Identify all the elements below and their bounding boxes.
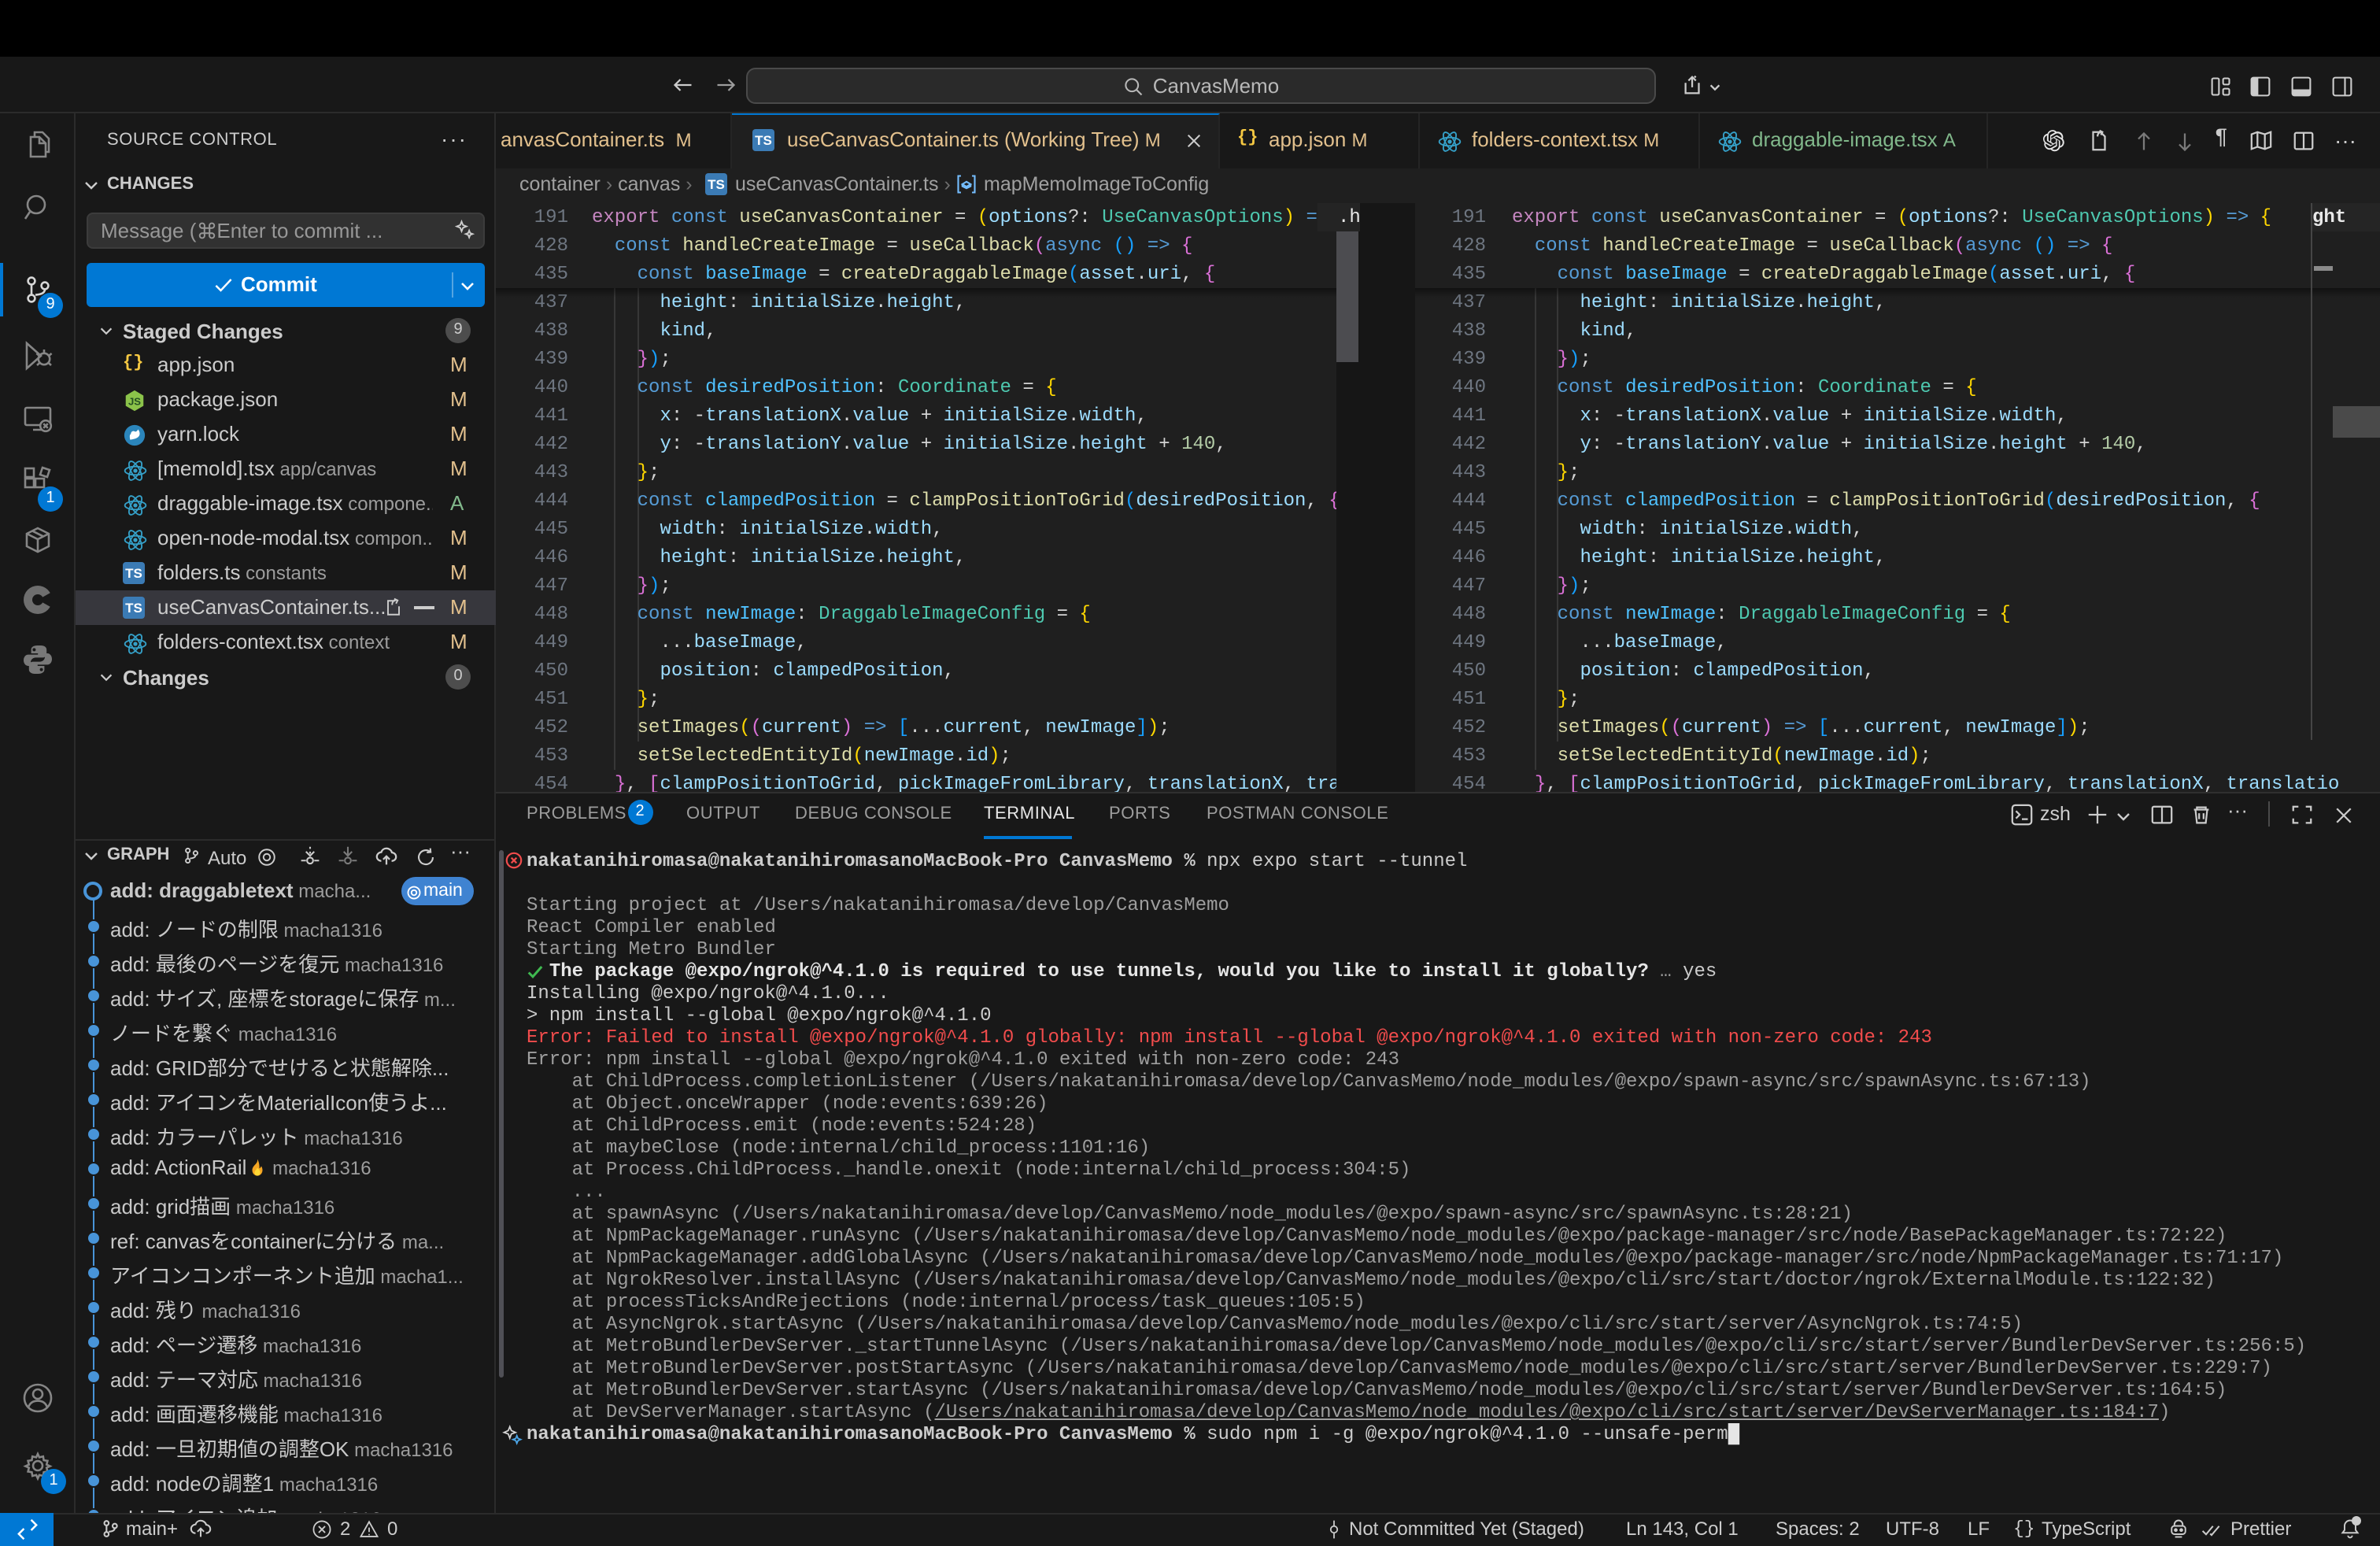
svg-text:JS: JS	[128, 396, 141, 408]
